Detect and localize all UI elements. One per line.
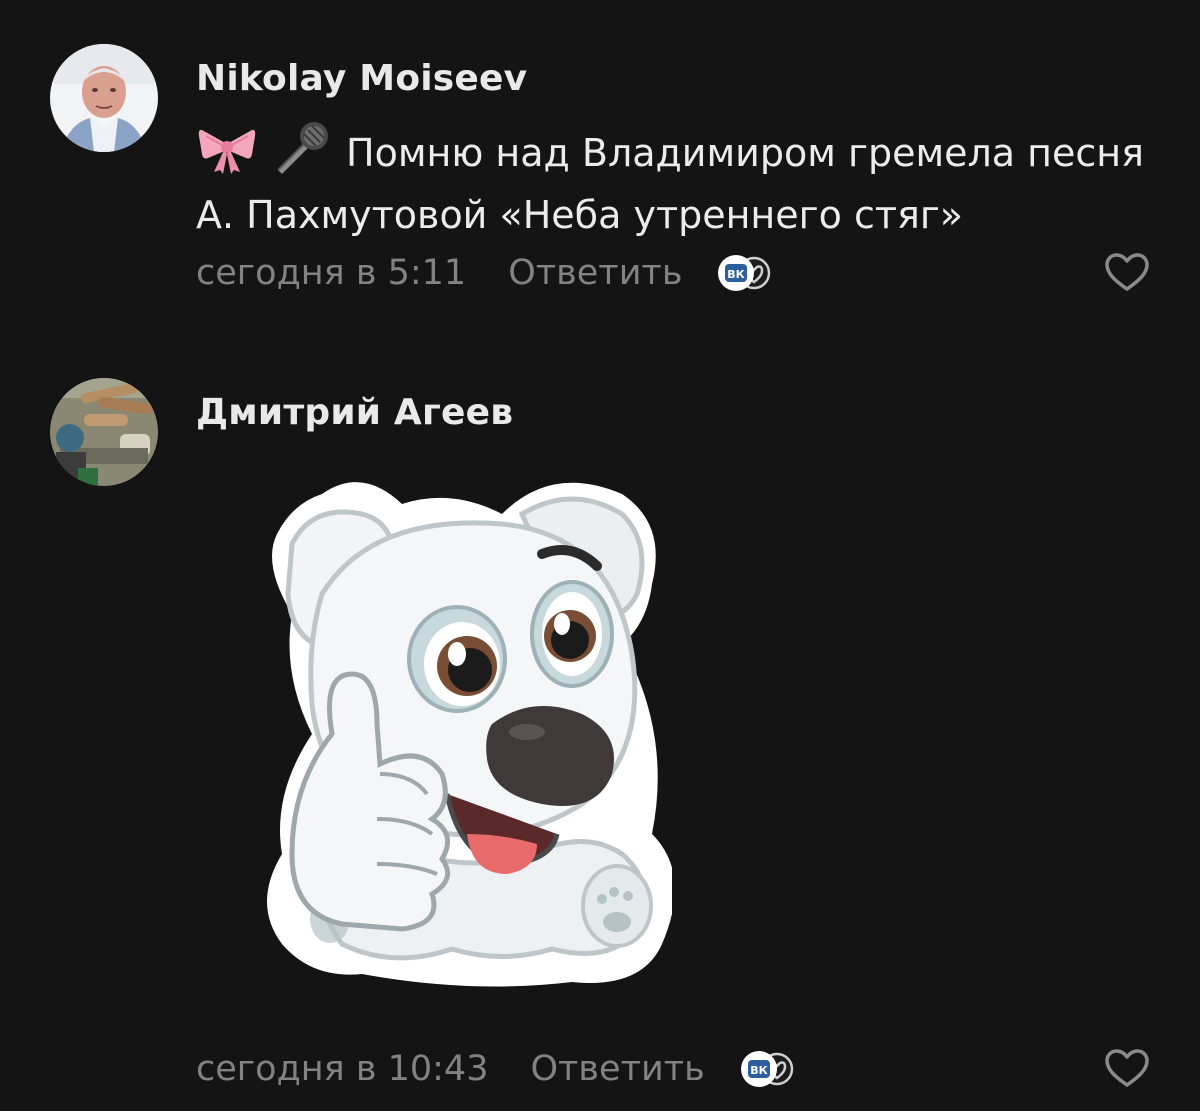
microphone-icon [272, 120, 332, 188]
reply-button[interactable]: Ответить [508, 253, 682, 293]
comment-timestamp[interactable]: сегодня в 5:11 [196, 253, 466, 293]
comment-timestamp[interactable]: сегодня в 10:43 [196, 1049, 488, 1089]
avatar[interactable] [50, 44, 158, 152]
comment-meta: сегодня в 5:11 Ответить ВК [196, 248, 776, 298]
reply-button[interactable]: Ответить [530, 1049, 704, 1089]
like-heart-icon[interactable] [1104, 252, 1150, 292]
vk-badge-label: ВК [728, 268, 745, 281]
comment-meta: сегодня в 10:43 Ответить ВК [196, 1044, 799, 1094]
comment-author[interactable]: Дмитрий Агеев [196, 392, 513, 433]
comment-text: Помню над Владимиром гремела песня А. Па… [196, 120, 1166, 242]
vk-reaction-badge[interactable]: ВК [739, 1047, 799, 1091]
vk-badge-label: ВК [750, 1064, 767, 1077]
comment-text-body: Помню над Владимиром гремела песня А. Па… [196, 131, 1144, 237]
avatar[interactable] [50, 378, 158, 486]
comment-author[interactable]: Nikolay Moiseev [196, 58, 527, 99]
vk-reaction-badge[interactable]: ВК [716, 251, 776, 295]
sticker-dog-thumbs-up[interactable] [252, 474, 675, 994]
like-heart-icon[interactable] [1104, 1048, 1150, 1088]
ribbon-icon [196, 124, 258, 188]
